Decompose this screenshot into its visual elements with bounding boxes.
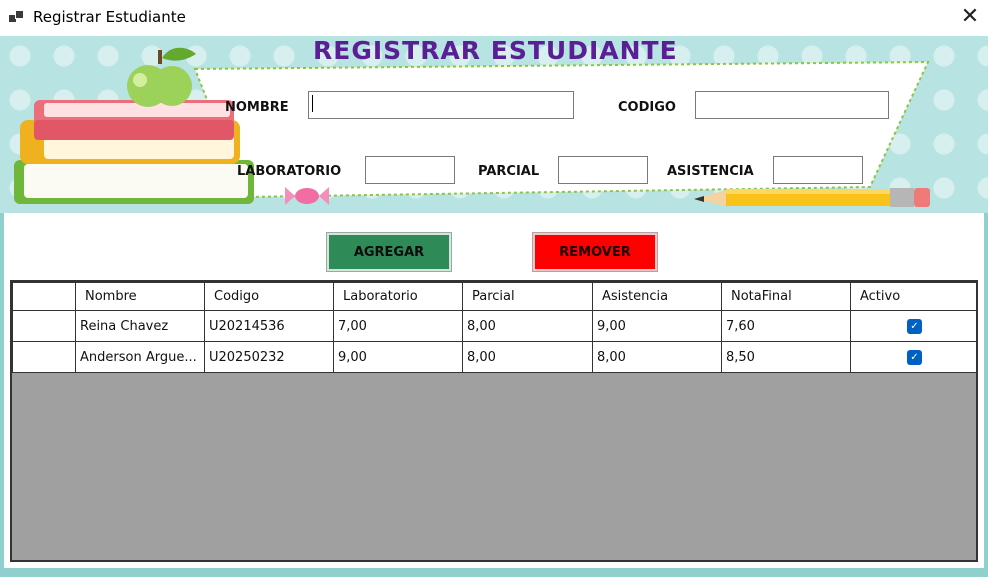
codigo-input[interactable] <box>695 91 889 119</box>
apple-illustration <box>127 47 196 107</box>
asistencia-input[interactable] <box>773 156 863 184</box>
pencil-illustration <box>694 188 930 207</box>
column-header-activo[interactable]: Activo <box>850 282 976 311</box>
window-title: Registrar Estudiante <box>33 8 186 26</box>
form-heading: REGISTRAR ESTUDIANTE <box>313 36 678 65</box>
cell-parcial[interactable]: 8,00 <box>462 341 593 373</box>
row-header[interactable] <box>12 341 76 373</box>
cell-notafinal[interactable]: 8,50 <box>721 341 851 373</box>
label-asistencia: ASISTENCIA <box>667 164 754 179</box>
cell-laboratorio[interactable]: 9,00 <box>333 341 463 373</box>
column-header-notafinal[interactable]: NotaFinal <box>721 282 851 311</box>
row-header-corner[interactable] <box>12 282 76 311</box>
label-parcial: PARCIAL <box>478 164 540 179</box>
cell-nombre[interactable]: Anderson Argue... <box>75 341 205 373</box>
cell-asistencia[interactable]: 9,00 <box>592 310 722 342</box>
title-bar: Registrar Estudiante ✕ <box>0 0 988 36</box>
cell-notafinal[interactable]: 7,60 <box>721 310 851 342</box>
column-header-parcial[interactable]: Parcial <box>462 282 593 311</box>
nombre-input[interactable] <box>308 91 574 119</box>
table-header-row: Nombre Codigo Laboratorio Parcial Asiste… <box>12 282 976 311</box>
table-row[interactable]: Reina Chavez U20214536 7,00 8,00 9,00 7,… <box>12 310 976 342</box>
cell-laboratorio[interactable]: 7,00 <box>333 310 463 342</box>
cell-codigo[interactable]: U20214536 <box>204 310 334 342</box>
cell-activo[interactable]: ✓ <box>850 341 976 373</box>
column-header-nombre[interactable]: Nombre <box>75 282 205 311</box>
column-header-asistencia[interactable]: Asistencia <box>592 282 722 311</box>
cell-nombre[interactable]: Reina Chavez <box>75 310 205 342</box>
cell-activo[interactable]: ✓ <box>850 310 976 342</box>
close-button[interactable]: ✕ <box>955 4 985 32</box>
activo-checkbox[interactable]: ✓ <box>907 350 922 365</box>
agregar-button[interactable]: AGREGAR <box>326 232 452 272</box>
column-header-codigo[interactable]: Codigo <box>204 282 334 311</box>
books-illustration <box>14 100 254 204</box>
activo-checkbox[interactable]: ✓ <box>907 319 922 334</box>
text-caret <box>312 95 313 112</box>
table-row[interactable]: Anderson Argue... U20250232 9,00 8,00 8,… <box>12 341 976 373</box>
label-codigo: CODIGO <box>618 100 676 115</box>
cell-codigo[interactable]: U20250232 <box>204 341 334 373</box>
app-icon <box>9 10 25 24</box>
row-header[interactable] <box>12 310 76 342</box>
students-grid[interactable]: Nombre Codigo Laboratorio Parcial Asiste… <box>10 280 978 562</box>
column-header-laboratorio[interactable]: Laboratorio <box>333 282 463 311</box>
cell-parcial[interactable]: 8,00 <box>462 310 593 342</box>
remover-button[interactable]: REMOVER <box>532 232 658 272</box>
cell-asistencia[interactable]: 8,00 <box>592 341 722 373</box>
parcial-input[interactable] <box>558 156 648 184</box>
label-nombre: NOMBRE <box>225 100 289 115</box>
label-laboratorio: LABORATORIO <box>237 164 342 179</box>
students-table: Nombre Codigo Laboratorio Parcial Asiste… <box>12 282 976 373</box>
laboratorio-input[interactable] <box>365 156 455 184</box>
